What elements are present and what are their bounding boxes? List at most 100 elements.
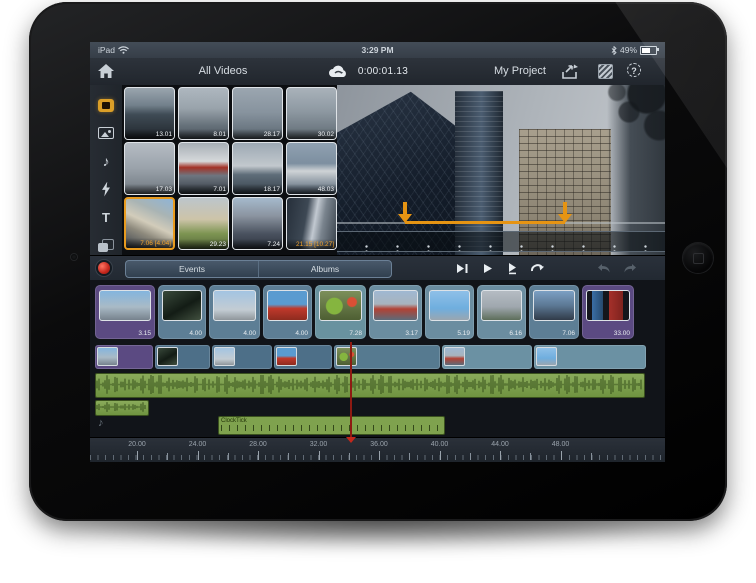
- ruler-mid-tick: [228, 453, 229, 460]
- ruler-major-tick: [137, 451, 138, 460]
- media-thumb-11[interactable]: 7.24: [232, 197, 283, 250]
- tab-albums[interactable]: Albums: [258, 261, 391, 277]
- sidebar-item-videos[interactable]: [90, 93, 122, 117]
- media-thumb-10[interactable]: 29.23: [178, 197, 229, 250]
- ruler-mid-tick: [530, 453, 531, 460]
- ruler-major-tick: [258, 451, 259, 460]
- video-clip-3[interactable]: 4.00: [209, 285, 260, 339]
- video-clip-7[interactable]: 5.19: [425, 285, 474, 339]
- overlay-clip-thumbnail: [444, 347, 465, 366]
- library-controls-bar: Events Albums: [90, 255, 665, 281]
- clip-thumbnail: [586, 290, 630, 321]
- trim-selected-range: [405, 221, 565, 224]
- project-title: My Project: [494, 65, 546, 77]
- battery-icon: [640, 46, 657, 55]
- sidebar-item-transitions[interactable]: [90, 233, 122, 257]
- tab-events[interactable]: Events: [126, 261, 258, 277]
- import-cloud-icon[interactable]: [328, 64, 348, 79]
- redo-button[interactable]: [621, 260, 639, 276]
- video-clip-1[interactable]: 3.15: [95, 285, 155, 339]
- media-thumb-6[interactable]: 7.01: [178, 142, 229, 195]
- media-thumb-1[interactable]: 13.01: [124, 87, 175, 140]
- clocktick-audio-clip[interactable]: ClockTick: [218, 416, 445, 435]
- ruler-mid-tick: [349, 453, 350, 460]
- ruler-minor-ticks: [90, 455, 665, 460]
- media-thumb-4[interactable]: 30.02: [286, 87, 337, 140]
- media-thumb-5[interactable]: 17.03: [124, 142, 175, 195]
- ipad-device: iPad 3:29 PM 49%: [29, 2, 727, 521]
- sidebar-item-effects[interactable]: [90, 177, 122, 201]
- home-button[interactable]: [683, 243, 713, 273]
- ruler-label: 48.00: [552, 441, 570, 448]
- overlay-clip-6[interactable]: [442, 345, 532, 369]
- record-button[interactable]: [98, 262, 110, 274]
- preview-photo-building-glass: [337, 85, 541, 255]
- video-clip-2[interactable]: 4.00: [158, 285, 206, 339]
- sidebar-item-titles[interactable]: T: [90, 205, 122, 229]
- media-thumb-2[interactable]: 8.01: [178, 87, 229, 140]
- clip-duration: 4.00: [189, 330, 202, 337]
- ruler-label: 32.00: [310, 441, 328, 448]
- clip-duration: 7.28: [349, 330, 362, 337]
- overlay-clip-2[interactable]: [155, 345, 210, 369]
- playhead[interactable]: [350, 342, 352, 438]
- wifi-icon: [118, 46, 129, 54]
- playhead-marker[interactable]: [346, 437, 356, 443]
- home-nav-icon[interactable]: [98, 64, 114, 79]
- ruler-mid-tick: [470, 453, 471, 460]
- library-title: All Videos: [199, 65, 248, 77]
- layers-icon: [98, 239, 114, 252]
- play-button[interactable]: [478, 260, 496, 276]
- media-thumb-3[interactable]: 28.17: [232, 87, 283, 140]
- media-thumb-7[interactable]: 18.17: [232, 142, 283, 195]
- music-waveform: [96, 374, 642, 395]
- project-settings-icon[interactable]: [598, 64, 613, 79]
- video-clip-4[interactable]: 4.00: [263, 285, 312, 339]
- clip-duration: 3.15: [138, 330, 151, 337]
- clip-duration: 4.00: [295, 330, 308, 337]
- play-from-playhead-button[interactable]: [503, 260, 521, 276]
- media-thumb-12[interactable]: 21.15 [10.27]: [286, 197, 337, 250]
- loop-playback-button[interactable]: [528, 260, 546, 276]
- music-audio-clip[interactable]: [95, 373, 645, 398]
- clip-duration: 33.00: [614, 330, 630, 337]
- preview-monitor[interactable]: [337, 85, 665, 255]
- clip-duration: 3.17: [405, 330, 418, 337]
- clip-duration: 7.06: [562, 330, 575, 337]
- lightning-icon: [101, 182, 112, 197]
- help-icon[interactable]: ?: [627, 63, 641, 77]
- overlay-clip-7[interactable]: [534, 345, 646, 369]
- media-duration: 21.15 [10.27]: [287, 239, 336, 249]
- clip-thumbnail: [99, 290, 151, 321]
- sidebar-item-photos[interactable]: [90, 121, 122, 145]
- play-clip-button[interactable]: [453, 260, 471, 276]
- overlay-clip-1[interactable]: [95, 345, 153, 369]
- carrier-label: iPad: [98, 45, 115, 55]
- ruler-label: 44.00: [491, 441, 509, 448]
- trim-in-marker[interactable]: [398, 202, 412, 224]
- media-thumb-9[interactable]: 7.06 [4.04]: [124, 197, 175, 250]
- media-thumb-8[interactable]: 48.03: [286, 142, 337, 195]
- export-share-icon[interactable]: [562, 64, 580, 79]
- scrubber-strip[interactable]: [337, 231, 665, 252]
- ruler-label: 24.00: [189, 441, 207, 448]
- video-clip-9[interactable]: 7.06: [529, 285, 579, 339]
- media-duration: 30.02: [287, 129, 336, 139]
- timeline-ruler[interactable]: 20.0024.0028.0032.0036.0040.0044.0048.00: [90, 437, 665, 462]
- video-clip-10[interactable]: 33.00: [582, 285, 634, 339]
- ruler-mid-tick: [409, 453, 410, 460]
- video-clip-8[interactable]: 6.16: [477, 285, 526, 339]
- ruler-major-tick: [198, 451, 199, 460]
- bluetooth-icon: [611, 46, 617, 55]
- clip-thumbnail: [373, 290, 418, 321]
- undo-button[interactable]: [595, 260, 613, 276]
- sound-effect-clip[interactable]: [95, 400, 149, 416]
- video-clip-5[interactable]: 7.28: [315, 285, 366, 339]
- media-duration: 7.24: [233, 239, 282, 249]
- trim-out-marker[interactable]: [558, 202, 572, 224]
- video-clip-6[interactable]: 3.17: [369, 285, 422, 339]
- screen: iPad 3:29 PM 49%: [90, 42, 665, 462]
- sidebar-item-music[interactable]: ♪: [90, 149, 122, 173]
- overlay-clip-3[interactable]: [212, 345, 272, 369]
- overlay-clip-4[interactable]: [274, 345, 332, 369]
